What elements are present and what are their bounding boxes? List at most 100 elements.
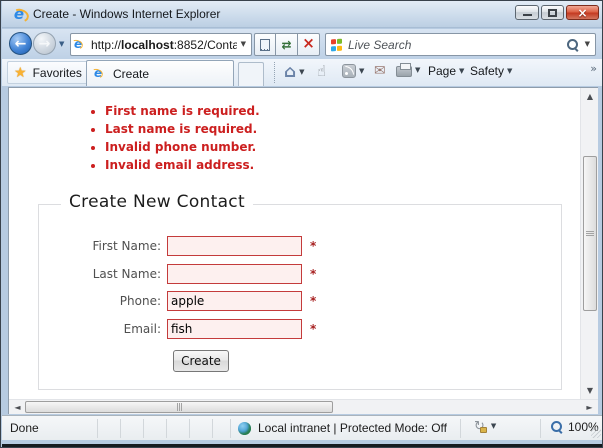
zoom-icon bbox=[550, 420, 564, 434]
create-button[interactable]: Create bbox=[173, 350, 229, 372]
vertical-scrollbar-thumb[interactable] bbox=[583, 156, 597, 311]
last-name-field[interactable] bbox=[167, 264, 302, 284]
required-marker: * bbox=[310, 239, 317, 253]
mail-icon: ✉ bbox=[374, 63, 386, 79]
inprivate-caret-icon[interactable]: ▼ bbox=[491, 423, 496, 430]
scroll-down-icon[interactable]: ▼ bbox=[581, 382, 599, 399]
search-input[interactable]: Live Search bbox=[348, 38, 561, 52]
status-text: Done bbox=[10, 421, 39, 435]
recent-pages-caret-icon[interactable]: ▼ bbox=[59, 41, 64, 48]
phone-field[interactable] bbox=[167, 291, 302, 311]
thumb-grip bbox=[586, 231, 594, 236]
inprivate-filtering-icon: ↻ bbox=[474, 419, 487, 434]
compatibility-view-icon bbox=[260, 38, 270, 51]
search-options-caret-icon[interactable]: ▼ bbox=[585, 41, 590, 48]
rss-icon bbox=[342, 64, 356, 78]
print-caret-icon[interactable]: ▼ bbox=[415, 66, 420, 74]
first-name-field[interactable] bbox=[167, 236, 302, 256]
forward-button[interactable]: → bbox=[33, 32, 56, 55]
live-search-logo-icon bbox=[331, 38, 343, 51]
hand-icon: ☝ bbox=[317, 62, 327, 80]
form-row-phone: Phone: * bbox=[9, 289, 316, 313]
tab-favicon: e bbox=[94, 67, 107, 80]
tab-label: Create bbox=[113, 66, 150, 81]
back-button[interactable]: ← bbox=[9, 32, 32, 55]
inprivate-filtering-button[interactable]: ↻ ▼ bbox=[474, 420, 496, 433]
status-divider bbox=[212, 419, 213, 438]
page-title: Create New Contact bbox=[61, 192, 253, 212]
form-row-last-name: Last Name: * bbox=[9, 262, 316, 286]
window-title: Create - Windows Internet Explorer bbox=[33, 7, 221, 21]
vertical-scrollbar[interactable]: ▲ ▼ bbox=[580, 88, 598, 399]
print-button[interactable]: ▼ bbox=[396, 63, 420, 77]
status-divider bbox=[97, 419, 98, 438]
status-divider bbox=[189, 419, 190, 438]
form-row-first-name: First Name: * bbox=[9, 234, 316, 258]
compatibility-view-button[interactable] bbox=[254, 33, 276, 56]
toolbar-overflow-chevron-icon[interactable]: » bbox=[590, 63, 597, 74]
url-host: localhost bbox=[121, 37, 174, 52]
email-field[interactable] bbox=[167, 319, 302, 339]
home-icon: ⌂ bbox=[284, 62, 297, 82]
first-name-label: First Name: bbox=[92, 239, 161, 253]
stop-button[interactable]: × bbox=[298, 33, 320, 56]
safety-caret-icon: ▼ bbox=[507, 66, 513, 75]
pan-button[interactable]: ☝ bbox=[317, 64, 326, 79]
email-label: Email: bbox=[123, 322, 161, 336]
feeds-button[interactable]: ▼ bbox=[342, 64, 364, 78]
ie-favicon: e bbox=[74, 38, 87, 51]
scroll-up-icon[interactable]: ▲ bbox=[581, 88, 599, 105]
feeds-caret-icon[interactable]: ▼ bbox=[359, 67, 364, 75]
error-item: Invalid email address. bbox=[105, 158, 260, 172]
status-divider bbox=[120, 419, 121, 438]
home-button[interactable]: ⌂ ▼ bbox=[284, 64, 305, 81]
favorites-button[interactable]: ★ Favorites bbox=[7, 61, 93, 84]
phone-label: Phone: bbox=[119, 294, 161, 308]
tab-create[interactable]: e Create bbox=[86, 60, 234, 86]
url-prefix: http:// bbox=[91, 37, 122, 52]
page-content: First name is required. Last name is req… bbox=[8, 87, 598, 414]
window-bottom-edge bbox=[2, 444, 602, 447]
search-icon[interactable] bbox=[566, 38, 580, 52]
stop-icon: × bbox=[302, 34, 315, 52]
address-bar[interactable]: e http://localhost:8852/Conta ▼ bbox=[70, 33, 252, 56]
scroll-right-icon[interactable]: ► bbox=[581, 400, 598, 415]
search-box[interactable]: Live Search ▼ bbox=[325, 33, 596, 56]
last-name-label: Last Name: bbox=[92, 267, 161, 281]
close-icon: × bbox=[577, 5, 588, 20]
safety-menu[interactable]: Safety ▼ bbox=[470, 64, 512, 78]
horizontal-scrollbar-thumb[interactable] bbox=[25, 401, 333, 413]
toolbar-separator bbox=[274, 62, 275, 83]
resize-grip[interactable] bbox=[591, 428, 601, 438]
page-menu-label: Page bbox=[428, 64, 457, 78]
horizontal-scrollbar[interactable]: ◄ ► bbox=[9, 399, 598, 414]
read-mail-button[interactable]: ✉ bbox=[374, 64, 386, 78]
title-bar: e Create - Windows Internet Explorer × bbox=[2, 1, 602, 28]
scroll-left-icon[interactable]: ◄ bbox=[9, 400, 26, 415]
close-button[interactable]: × bbox=[566, 5, 599, 20]
minimize-icon bbox=[522, 13, 532, 16]
address-dropdown-caret-icon[interactable]: ▼ bbox=[241, 41, 248, 48]
home-caret-icon[interactable]: ▼ bbox=[299, 69, 304, 76]
browser-window: e Create - Windows Internet Explorer × ←… bbox=[0, 0, 603, 448]
printer-icon bbox=[396, 63, 412, 77]
minimize-button[interactable] bbox=[515, 5, 539, 20]
ie-icon: e bbox=[11, 6, 27, 22]
favorites-command-bar: ★ Favorites e Create ⌂ ▼ ☝ ▼ ✉ ▼ Page ▼ bbox=[2, 59, 602, 86]
status-divider bbox=[166, 419, 167, 438]
url-field[interactable]: http://localhost:8852/Conta bbox=[91, 38, 237, 52]
page-menu[interactable]: Page ▼ bbox=[428, 64, 464, 78]
refresh-button[interactable]: ⇄ bbox=[276, 33, 298, 56]
navigation-bar: ← → ▼ e http://localhost:8852/Conta ▼ ⇄ … bbox=[2, 29, 602, 59]
status-divider bbox=[540, 419, 541, 438]
error-item: Last name is required. bbox=[105, 122, 260, 136]
status-divider bbox=[230, 419, 231, 438]
thumb-grip bbox=[176, 403, 182, 411]
required-marker: * bbox=[310, 267, 317, 281]
security-zone-text: Local intranet | Protected Mode: Off bbox=[258, 421, 447, 435]
required-marker: * bbox=[310, 322, 317, 336]
maximize-button[interactable] bbox=[541, 5, 564, 20]
favorites-star-icon: ★ bbox=[14, 64, 27, 81]
url-suffix: :8852/Conta bbox=[173, 37, 237, 52]
new-tab-stub[interactable] bbox=[238, 62, 264, 86]
